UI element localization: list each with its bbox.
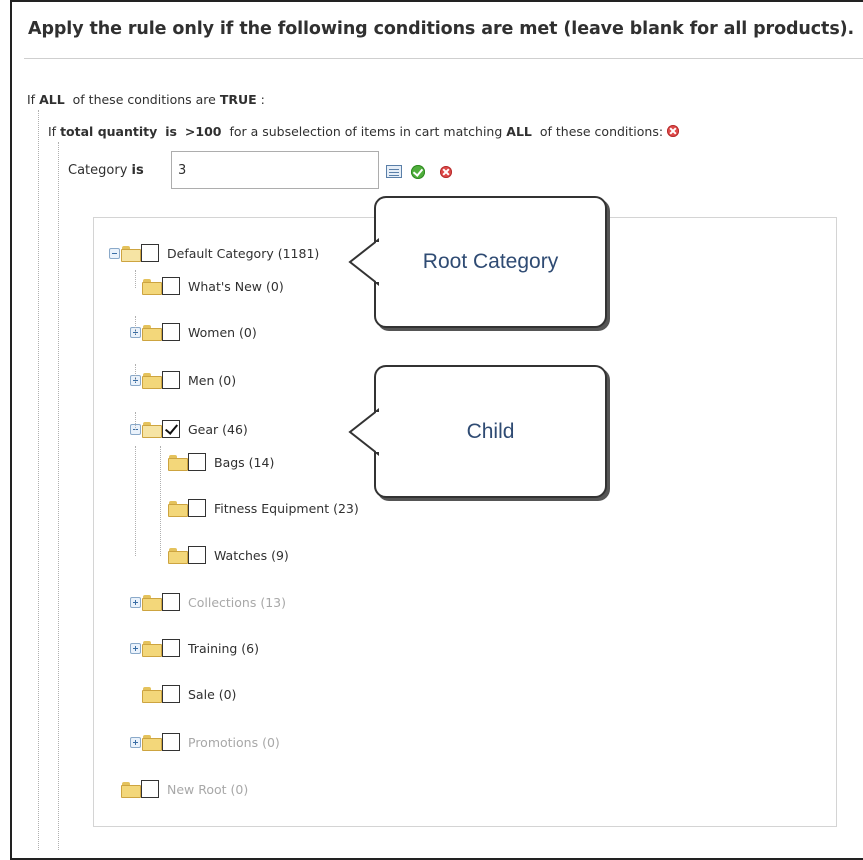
root-suffix: : [260, 92, 265, 107]
category-label[interactable]: Promotions (0) [188, 735, 280, 750]
category-checkbox[interactable] [162, 277, 180, 295]
subselect-condition: If total quantity is >100 for a subselec… [48, 124, 680, 139]
category-label[interactable]: Gear (46) [188, 422, 248, 437]
subselect-guide-line [58, 142, 59, 850]
category-attribute: Category [68, 163, 128, 178]
category-label[interactable]: Sale (0) [188, 687, 236, 702]
tree-node-collections[interactable]: Collections (13) [130, 591, 286, 613]
subselect-operator-link[interactable]: is [165, 124, 177, 139]
tree-node-new-root[interactable]: New Root (0) [109, 778, 248, 800]
category-label[interactable]: Collections (13) [188, 595, 286, 610]
folder-icon [142, 422, 162, 438]
category-checkbox[interactable] [188, 546, 206, 564]
category-label[interactable]: Fitness Equipment (23) [214, 501, 359, 516]
category-label[interactable]: New Root (0) [167, 782, 248, 797]
expand-plus-icon[interactable] [130, 596, 141, 608]
tree-node-sale[interactable]: Sale (0) [130, 683, 236, 705]
category-label[interactable]: Bags (14) [214, 455, 274, 470]
subselect-attribute-link[interactable]: total quantity [60, 124, 157, 139]
tree-node-bags[interactable]: Bags (14) [156, 451, 274, 473]
subselect-value-link[interactable]: >100 [185, 124, 222, 139]
callout-pointer [348, 407, 381, 456]
callout-child-label: Child [466, 419, 515, 443]
folder-icon [142, 279, 162, 295]
tree-guide-line [135, 446, 136, 556]
tree-node-training[interactable]: Training (6) [130, 637, 259, 659]
category-label[interactable]: Men (0) [188, 373, 236, 388]
callout-root-label: Root Category [422, 250, 559, 273]
tree-node-promotions[interactable]: Promotions (0) [130, 731, 280, 753]
category-label[interactable]: Default Category (1181) [167, 246, 319, 261]
collapse-minus-icon[interactable] [109, 247, 120, 259]
apply-check-icon[interactable] [411, 165, 425, 179]
callout-root-category: Root Category [348, 196, 607, 328]
category-checkbox[interactable] [141, 780, 159, 798]
category-checkbox[interactable] [162, 685, 180, 703]
tree-node-whats-new[interactable]: What's New (0) [130, 275, 284, 297]
callout-pointer [348, 237, 381, 287]
tree-node-fitness-equipment[interactable]: Fitness Equipment (23) [156, 497, 359, 519]
subselect-aggregator-link[interactable]: ALL [506, 124, 532, 139]
expand-plus-icon[interactable] [130, 642, 141, 654]
folder-icon [142, 325, 162, 341]
category-checkbox[interactable] [162, 733, 180, 751]
folder-icon [142, 735, 162, 751]
subselect-prefix: If [48, 124, 57, 139]
title-divider [24, 58, 863, 59]
root-middle-text: of these conditions are [72, 92, 216, 107]
category-checkbox[interactable] [162, 593, 180, 611]
tree-guide-line [135, 270, 136, 288]
folder-icon [142, 373, 162, 389]
subselect-suffix: of these conditions: [539, 124, 664, 139]
category-label[interactable]: Training (6) [188, 641, 259, 656]
folder-icon [168, 501, 188, 517]
folder-icon [142, 687, 162, 703]
subselect-middle-text: for a subselection of items in cart matc… [229, 124, 503, 139]
remove-icon[interactable] [440, 166, 452, 178]
category-checkbox[interactable] [188, 453, 206, 471]
remove-icon[interactable] [667, 125, 680, 137]
tree-node-default-category[interactable]: Default Category (1181) [109, 242, 319, 264]
expand-plus-icon[interactable] [130, 736, 141, 748]
root-prefix: If [27, 92, 36, 107]
tree-node-men[interactable]: Men (0) [130, 369, 236, 391]
category-checkbox[interactable] [162, 371, 180, 389]
folder-icon [168, 548, 188, 564]
category-condition: Category is [68, 163, 144, 178]
chooser-list-icon[interactable] [386, 165, 402, 178]
tree-node-women[interactable]: Women (0) [130, 321, 257, 343]
category-label[interactable]: Women (0) [188, 325, 257, 340]
tree-guide-line [135, 412, 136, 430]
tree-node-gear[interactable]: Gear (46) [130, 418, 248, 440]
category-value-input[interactable] [171, 151, 379, 189]
callout-child: Child [348, 365, 607, 498]
section-title: Apply the rule only if the following con… [28, 19, 855, 39]
category-checkbox[interactable] [141, 244, 159, 262]
category-operator-link[interactable]: is [132, 163, 144, 178]
category-label[interactable]: What's New (0) [188, 279, 284, 294]
folder-icon [121, 246, 141, 262]
root-condition: If ALL of these conditions are TRUE : [27, 92, 265, 107]
category-checkbox[interactable] [188, 499, 206, 517]
folder-icon [142, 641, 162, 657]
tree-guide-line [135, 364, 136, 382]
tree-guide-line [135, 316, 136, 334]
tree-guide-line [38, 110, 39, 850]
category-checkbox[interactable] [162, 420, 180, 438]
root-aggregator-link[interactable]: ALL [39, 92, 65, 107]
category-label[interactable]: Watches (9) [214, 548, 289, 563]
folder-icon [121, 782, 141, 798]
tree-guide-line [160, 446, 161, 556]
category-checkbox[interactable] [162, 323, 180, 341]
tree-node-watches[interactable]: Watches (9) [156, 544, 289, 566]
folder-icon [168, 455, 188, 471]
category-checkbox[interactable] [162, 639, 180, 657]
root-value-link[interactable]: TRUE [220, 92, 257, 107]
folder-icon [142, 595, 162, 611]
